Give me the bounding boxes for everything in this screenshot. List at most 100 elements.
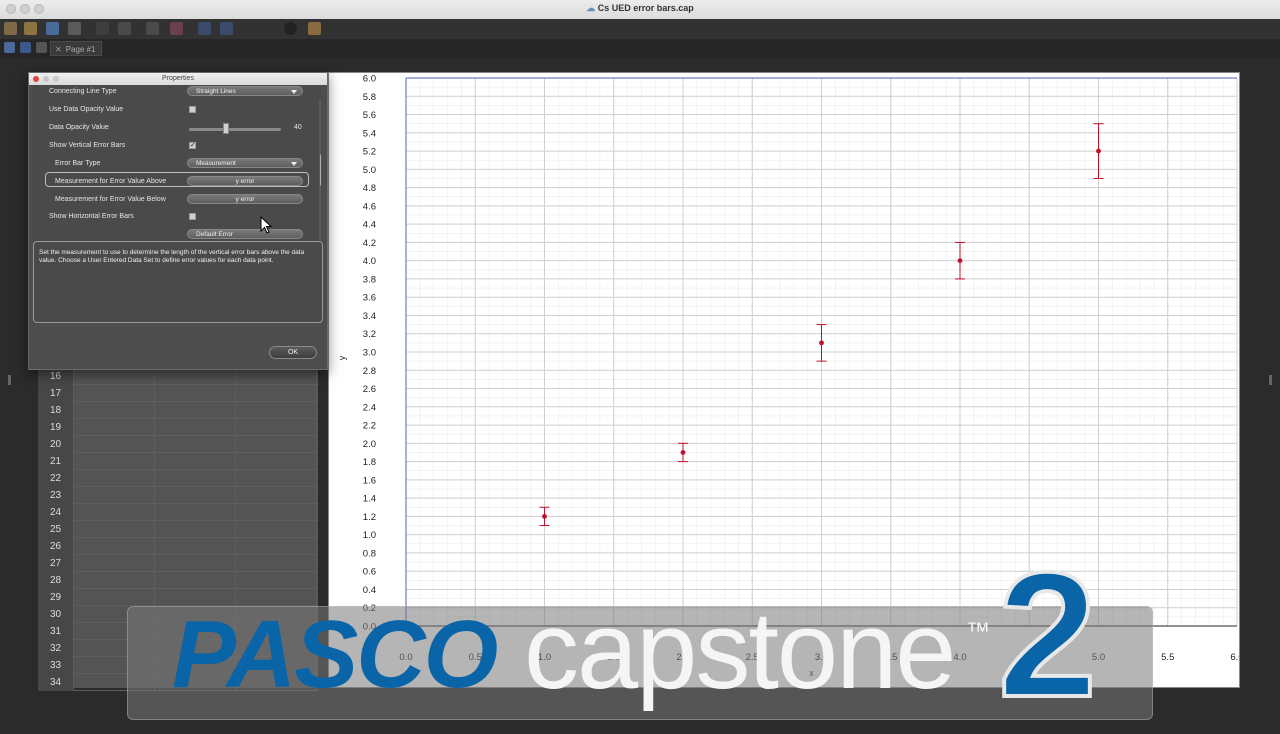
table-row[interactable]: 27: [38, 555, 318, 572]
delete-icon[interactable]: [170, 22, 183, 35]
data-point[interactable]: [542, 514, 547, 519]
table-cell[interactable]: [236, 538, 317, 555]
displays-icon[interactable]: [20, 42, 31, 53]
y-tick-label: 3.4: [363, 311, 376, 322]
table-cell[interactable]: [236, 487, 317, 504]
table-cell[interactable]: [74, 538, 155, 555]
table-cell[interactable]: [74, 589, 155, 606]
table-cell[interactable]: [236, 368, 317, 385]
table-row[interactable]: 16: [38, 368, 318, 385]
table-row[interactable]: 21: [38, 453, 318, 470]
table-cell[interactable]: [74, 555, 155, 572]
camera-icon[interactable]: [284, 22, 297, 35]
table-row[interactable]: 20: [38, 436, 318, 453]
data-point[interactable]: [680, 450, 686, 455]
table-row[interactable]: 18: [38, 402, 318, 419]
data-point[interactable]: [819, 340, 824, 346]
row-number: 31: [38, 623, 74, 640]
save-icon[interactable]: [46, 22, 59, 35]
table-cell[interactable]: [236, 572, 317, 589]
table-row[interactable]: 22: [38, 470, 318, 487]
data-point[interactable]: [1096, 148, 1101, 154]
error-bar-type-dropdown[interactable]: Measurement: [187, 158, 303, 168]
table-cell[interactable]: [236, 521, 317, 538]
table-row[interactable]: 19: [38, 419, 318, 436]
table-cell[interactable]: [74, 419, 155, 436]
pages-icon[interactable]: [36, 42, 47, 53]
table-cell[interactable]: [155, 453, 236, 470]
tab-page-1[interactable]: ✕ Page #1: [50, 41, 102, 56]
row-number: 26: [38, 538, 74, 555]
left-splitter-handle[interactable]: [8, 375, 11, 385]
data-opacity-slider-thumb[interactable]: [222, 123, 229, 134]
table-cell[interactable]: [155, 521, 236, 538]
table-cell[interactable]: [236, 436, 317, 453]
tools-icon[interactable]: [4, 42, 15, 53]
table-cell[interactable]: [155, 487, 236, 504]
paste-icon[interactable]: [146, 22, 159, 35]
table-cell[interactable]: [74, 521, 155, 538]
table-cell[interactable]: [155, 555, 236, 572]
zoom-dialog-button[interactable]: [53, 76, 59, 82]
undo-icon[interactable]: [198, 22, 211, 35]
data-point[interactable]: [957, 258, 963, 264]
table-cell[interactable]: [236, 504, 317, 521]
table-row[interactable]: 28: [38, 572, 318, 589]
journal-icon[interactable]: [308, 22, 321, 35]
right-splitter-handle[interactable]: [1269, 375, 1272, 385]
close-dialog-button[interactable]: [33, 76, 39, 82]
table-cell[interactable]: [74, 504, 155, 521]
table-cell[interactable]: [74, 385, 155, 402]
table-cell[interactable]: [74, 487, 155, 504]
table-cell[interactable]: [155, 538, 236, 555]
show-vertical-error-bars-checkbox[interactable]: ✓: [189, 142, 196, 149]
table-cell[interactable]: [236, 402, 317, 419]
table-cell[interactable]: [155, 572, 236, 589]
table-cell[interactable]: [74, 470, 155, 487]
table-cell[interactable]: [155, 368, 236, 385]
row-number: 24: [38, 504, 74, 521]
minimize-dialog-button[interactable]: [43, 76, 49, 82]
table-row[interactable]: 26: [38, 538, 318, 555]
table-cell[interactable]: [74, 436, 155, 453]
table-cell[interactable]: [74, 368, 155, 385]
row-number: 21: [38, 453, 74, 470]
table-cell[interactable]: [236, 470, 317, 487]
horizontal-error-bar-type-dropdown[interactable]: Default Error: [187, 229, 303, 239]
table-row[interactable]: 25: [38, 521, 318, 538]
vertical-scroll-thumb[interactable]: [320, 153, 321, 187]
table-cell[interactable]: [74, 402, 155, 419]
ok-button[interactable]: OK: [269, 346, 317, 359]
connecting-line-type-dropdown[interactable]: Straight Lines: [187, 86, 303, 96]
table-cell[interactable]: [236, 555, 317, 572]
table-cell[interactable]: [155, 419, 236, 436]
error-value-below-button[interactable]: y error: [187, 194, 303, 204]
property-list-vertical-scrollbar[interactable]: [319, 99, 321, 241]
cut-icon[interactable]: [96, 22, 109, 35]
table-cell[interactable]: [236, 385, 317, 402]
error-value-above-button[interactable]: y error: [187, 176, 303, 186]
table-cell[interactable]: [236, 453, 317, 470]
table-row[interactable]: 17: [38, 385, 318, 402]
table-cell[interactable]: [155, 436, 236, 453]
table-cell[interactable]: [155, 402, 236, 419]
table-cell[interactable]: [155, 504, 236, 521]
table-cell[interactable]: [74, 572, 155, 589]
row-number: 33: [38, 657, 74, 674]
table-row[interactable]: 23: [38, 487, 318, 504]
print-icon[interactable]: [68, 22, 81, 35]
table-cell[interactable]: [236, 419, 317, 436]
copy-icon[interactable]: [118, 22, 131, 35]
show-horizontal-error-bars-checkbox[interactable]: [189, 213, 196, 220]
table-cell[interactable]: [155, 385, 236, 402]
table-row[interactable]: 24: [38, 504, 318, 521]
new-file-icon[interactable]: [4, 22, 17, 35]
redo-icon[interactable]: [220, 22, 233, 35]
connecting-line-type-label: Connecting Line Type: [49, 88, 117, 95]
data-opacity-slider[interactable]: [189, 128, 281, 131]
table-cell[interactable]: [74, 453, 155, 470]
table-cell[interactable]: [155, 470, 236, 487]
use-data-opacity-checkbox[interactable]: [189, 106, 196, 113]
open-folder-icon[interactable]: [24, 22, 37, 35]
close-tab-icon[interactable]: ✕: [55, 45, 62, 54]
